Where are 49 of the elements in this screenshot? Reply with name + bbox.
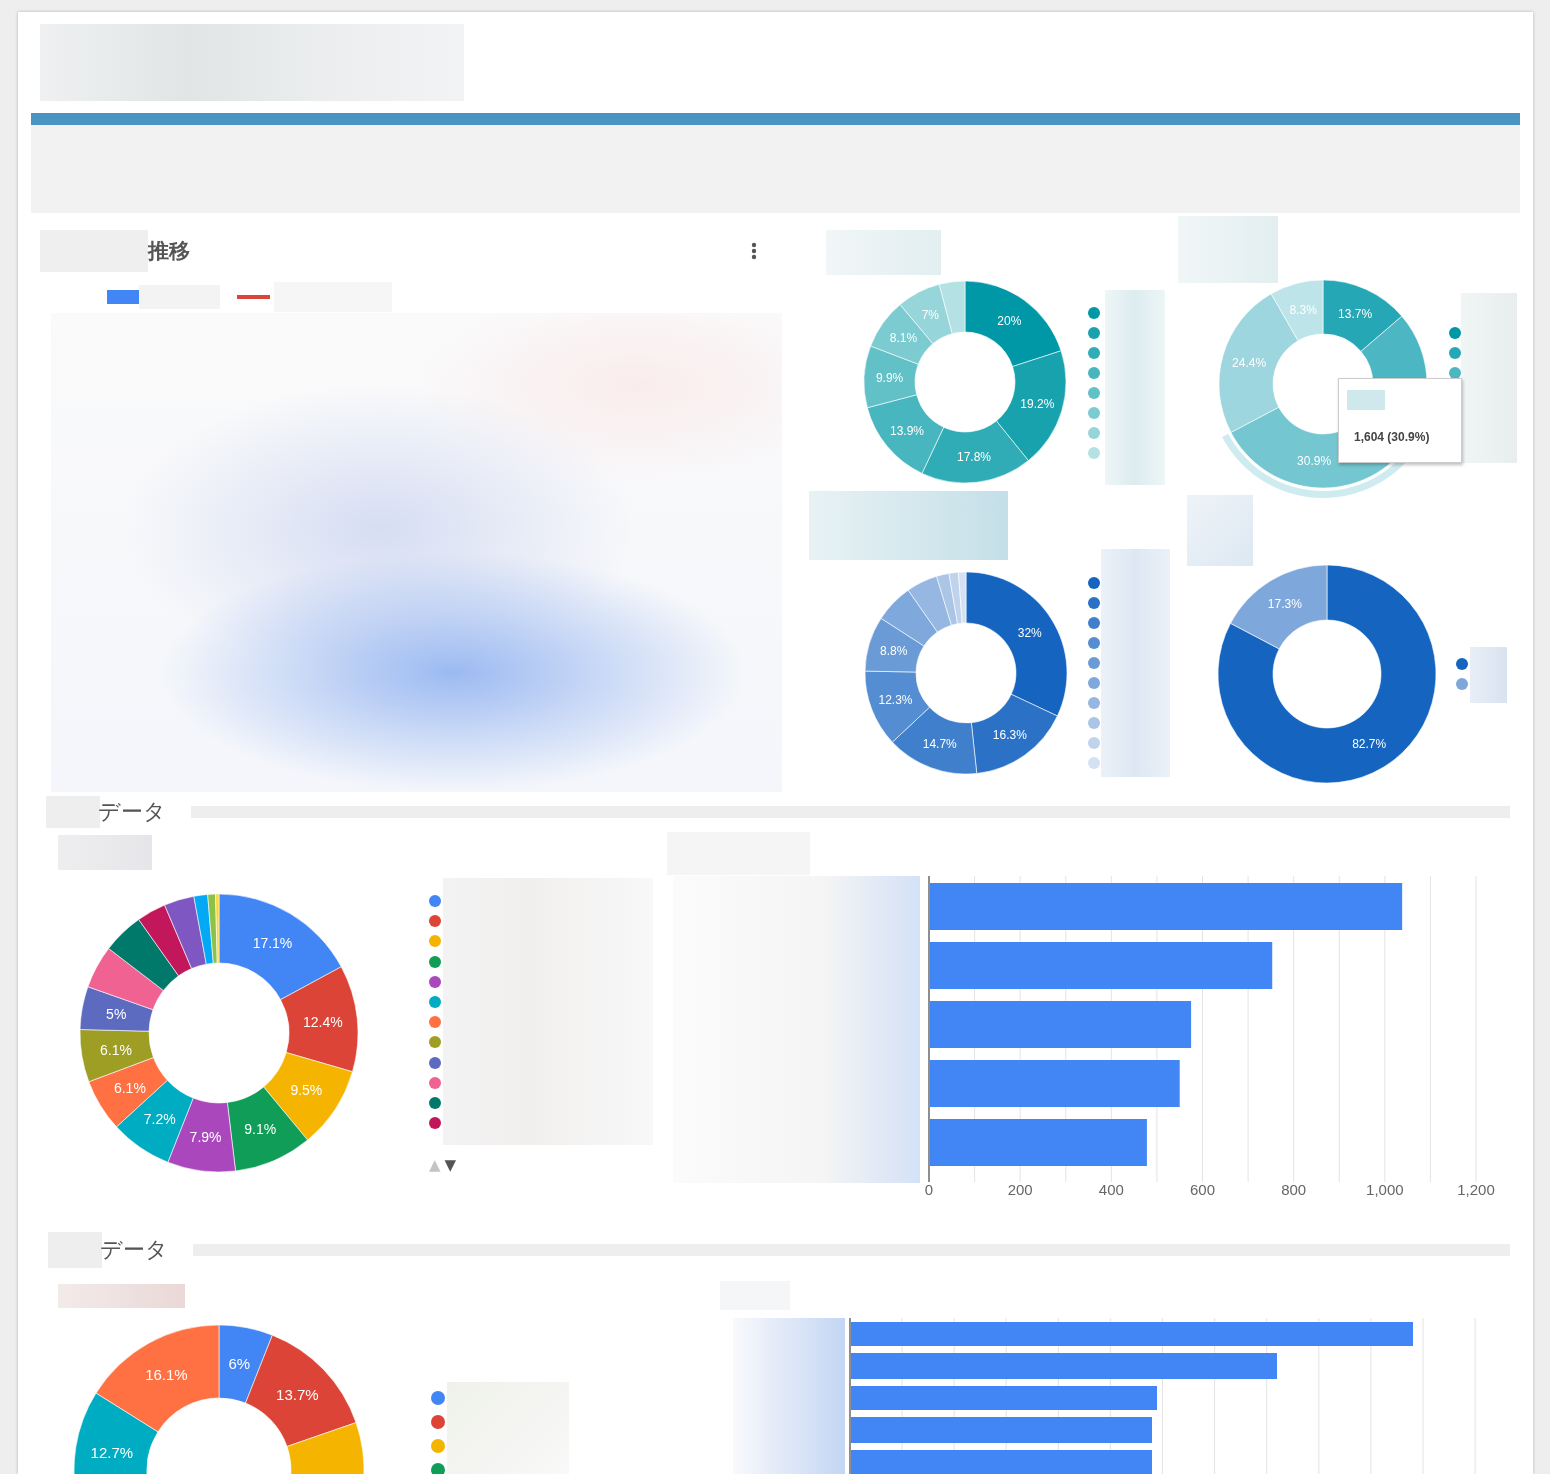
data-label: 30.9% xyxy=(1297,453,1332,468)
data-label: 9.1% xyxy=(244,1120,277,1137)
data-label: 6.1% xyxy=(100,1042,132,1059)
data-label: 17.8% xyxy=(957,450,991,465)
blurred-block xyxy=(1187,495,1253,566)
axis-tick-label: 400 xyxy=(1098,1181,1124,1198)
data-label: 9.5% xyxy=(290,1082,323,1099)
data-label: 6% xyxy=(228,1354,251,1372)
panel-title: 推移 xyxy=(148,238,190,264)
data-label: 8.1% xyxy=(889,331,918,346)
section-title: データ xyxy=(98,798,166,826)
donut-slice xyxy=(863,345,919,409)
axis-tick-label: 1,000 xyxy=(1366,1181,1404,1198)
data-label: 7.9% xyxy=(189,1128,222,1145)
data-label: 16.1% xyxy=(145,1366,188,1384)
data-label: 24.4% xyxy=(1232,355,1267,370)
tooltip-text: 1,604 (30.9%) xyxy=(1354,430,1430,444)
data-label: 19.2% xyxy=(1020,396,1055,411)
data-label: 17.1% xyxy=(252,935,293,952)
data-label: 12.3% xyxy=(878,693,913,708)
axis-tick-label: 1,200 xyxy=(1457,1181,1495,1198)
data-label: 12.7% xyxy=(90,1443,134,1461)
axis-tick-label: 800 xyxy=(1281,1181,1307,1198)
blurred-block xyxy=(1470,647,1507,703)
section-title: データ xyxy=(100,1236,168,1264)
data-label: 16.3% xyxy=(992,727,1027,742)
axis-tick-label: 200 xyxy=(1007,1181,1033,1198)
data-label: 8.3% xyxy=(1289,302,1317,317)
data-label: 82.7% xyxy=(1352,736,1387,751)
donut-slice xyxy=(864,618,925,673)
data-label: 8.8% xyxy=(880,644,908,659)
blurred-block xyxy=(1347,390,1385,410)
more-icon[interactable] xyxy=(751,242,757,260)
data-label: 13.7% xyxy=(276,1386,319,1404)
data-label: 6.1% xyxy=(113,1079,146,1096)
page-button[interactable]: ▼ xyxy=(444,1157,457,1173)
axis-tick-label: 0 xyxy=(924,1181,934,1198)
data-label: 7% xyxy=(921,308,939,323)
axis-tick-label: 600 xyxy=(1190,1181,1215,1198)
data-label: 14.7% xyxy=(922,737,957,751)
data-label: 17.3% xyxy=(1267,597,1302,612)
data-label: 7.2% xyxy=(143,1110,176,1127)
data-label: 5% xyxy=(106,1005,127,1022)
data-label: 12.4% xyxy=(303,1013,343,1030)
data-label: 13.9% xyxy=(889,423,924,438)
data-label: 9.9% xyxy=(875,371,904,386)
data-label: 20% xyxy=(997,314,1022,329)
data-label: 32% xyxy=(1017,625,1042,640)
data-label: 13.7% xyxy=(1338,307,1373,322)
